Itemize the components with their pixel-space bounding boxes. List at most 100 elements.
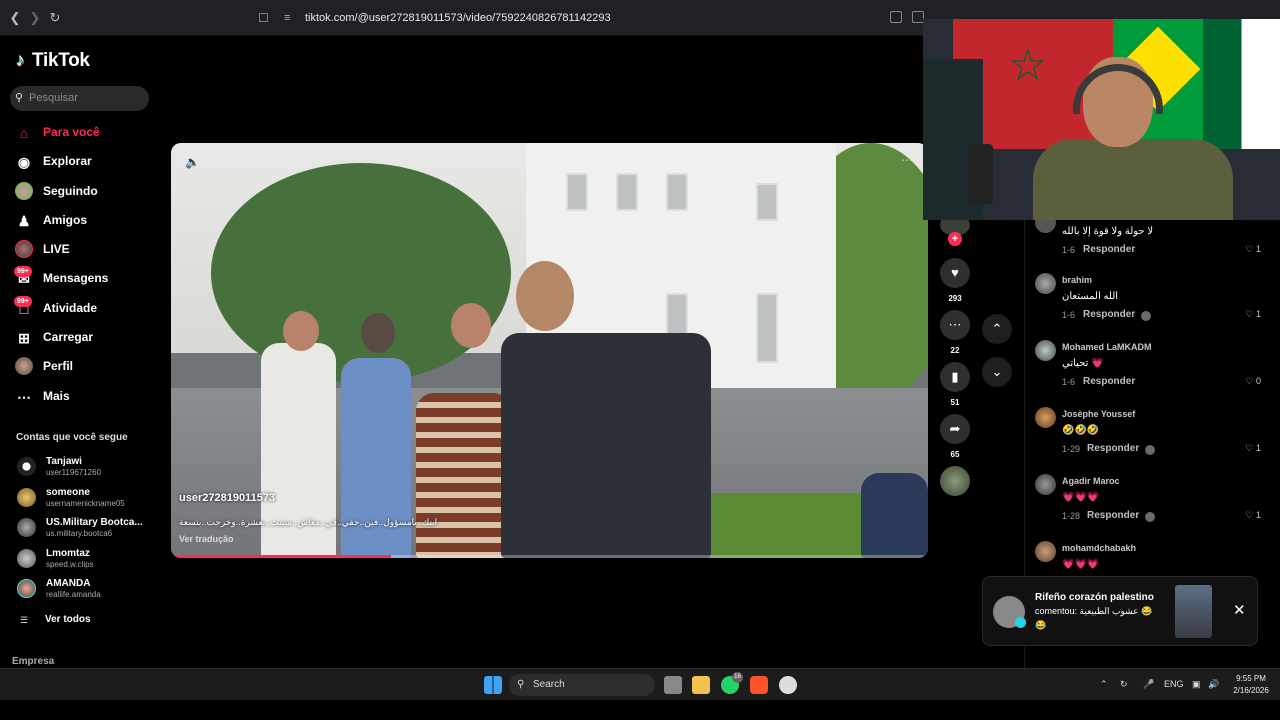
taskbar-search[interactable]: ⚲ Search (509, 674, 655, 696)
nav-item-live[interactable]: LIVE (0, 235, 160, 264)
following-account[interactable]: someone usernamenickname05 (0, 482, 160, 513)
notification-video-thumbnail[interactable] (1175, 585, 1212, 638)
reply-button[interactable]: Responder (1083, 309, 1135, 320)
following-account[interactable]: US.Military Bootca... us.military.bootca… (0, 512, 160, 543)
company-link[interactable]: Empresa (12, 656, 54, 667)
site-settings-icon[interactable]: ≡ (284, 7, 290, 29)
file-explorer-icon[interactable] (692, 676, 710, 694)
following-account[interactable]: Lmomtaz speed.w.clips (0, 543, 160, 574)
search-placeholder: Pesquisar (29, 92, 78, 104)
save-button[interactable]: ▮ (940, 362, 970, 392)
bookmark-icon[interactable]: ☐ (258, 7, 269, 29)
back-icon[interactable]: ❮ (6, 9, 24, 27)
comment-item: Mohamed LaMKADM تحياتي 💗 1-6 Responder ♡… (1025, 340, 1280, 400)
avatar (17, 579, 36, 598)
friends-icon: ♟ (17, 212, 31, 229)
follow-plus-button[interactable]: + (948, 232, 962, 246)
share-icon: ➦ (949, 421, 961, 436)
main-nav: ⌂ Para você ◉ Explorar Seguindo ♟ Amigos… (0, 118, 160, 411)
nav-item-carregar[interactable]: ⊞ Carregar (0, 323, 160, 352)
comment-like-button[interactable]: ♡ 1 (1245, 244, 1261, 255)
reply-button[interactable]: Responder (1083, 376, 1135, 387)
following-account[interactable]: AMANDA reallife.amanda (0, 573, 160, 604)
windows-start-icon[interactable] (484, 676, 502, 694)
comment-item: mohamdchabakh 💗💗💗 (1025, 541, 1280, 581)
previous-video-button[interactable]: ⌃ (982, 314, 1012, 344)
network-icon[interactable]: ▣ (1192, 679, 1201, 690)
search-input[interactable]: ⚲ Pesquisar (10, 86, 149, 111)
video-progress-bar[interactable] (171, 555, 928, 558)
share-button[interactable]: ➦ (940, 414, 970, 444)
language-indicator[interactable]: ENG (1164, 679, 1184, 689)
mute-icon[interactable]: 🔈 (185, 155, 200, 169)
like-button[interactable]: ♥ (940, 258, 970, 288)
nav-item-mais[interactable]: ⋯ Mais (0, 382, 160, 411)
comment-button[interactable]: ⋯ (940, 310, 970, 340)
close-icon[interactable]: ✕ (1233, 601, 1246, 619)
reload-icon[interactable]: ↻ (46, 9, 64, 27)
video-scene-window (566, 173, 588, 211)
avatar[interactable] (1035, 474, 1056, 495)
chevron-up-icon[interactable]: ⌃ (1100, 679, 1108, 690)
task-view-icon[interactable] (664, 676, 682, 694)
nav-item-amigos[interactable]: ♟ Amigos (0, 206, 160, 235)
avatar (17, 518, 36, 537)
reply-button[interactable]: Responder (1083, 244, 1135, 255)
notification-message-line2: 😂 (1035, 620, 1047, 630)
comment-like-button[interactable]: ♡ 0 (1245, 376, 1261, 387)
see-all-link[interactable]: Ver todos (45, 614, 91, 625)
video-scene-window (756, 183, 778, 221)
more-icon: ⋯ (17, 388, 31, 405)
nav-item-explorar[interactable]: ◉ Explorar (0, 147, 160, 176)
list-icon: ☰ (20, 615, 29, 625)
more-options-icon[interactable]: ⋯ (901, 153, 913, 167)
chevron-down-icon: ⌄ (991, 364, 1003, 379)
comment-notification[interactable]: Rifeño corazón palestino comentou: عشوب … (982, 576, 1258, 646)
reply-button[interactable]: Responder (1087, 443, 1139, 454)
avatar[interactable] (1035, 340, 1056, 361)
comment-item: brahim الله المستعان 1-6 Responder ♡ 1 (1025, 273, 1280, 333)
heart-icon: ♥ (951, 265, 959, 280)
video-progress-fill (171, 555, 391, 558)
video-scene-person (501, 333, 711, 558)
address-bar[interactable]: ☐ ≡ tiktok.com/@user272819011573/video/7… (248, 7, 948, 29)
next-video-button[interactable]: ⌄ (982, 357, 1012, 387)
brave-browser-icon[interactable] (750, 676, 768, 694)
music-disc[interactable] (940, 466, 970, 496)
app-icon[interactable] (779, 676, 797, 694)
comment-item: Agadir Maroc 💗💗💗 1-28 Responder ♡ 1 (1025, 474, 1280, 534)
screen-bottom-border (0, 700, 1280, 720)
avatar[interactable] (1035, 407, 1056, 428)
tiktok-logo[interactable]: ♪ TikTok (16, 50, 90, 72)
taskbar-clock[interactable]: 9:55 PM 2/16/2026 (1226, 673, 1276, 697)
video-scene-person (341, 358, 411, 558)
video-caption: اينك..بامسؤول..فين..حقي..في..معاش..سنيت.… (179, 517, 438, 527)
forward-icon[interactable]: ❯ (26, 9, 44, 27)
nav-item-atividade[interactable]: □ 99+ Atividade (0, 294, 160, 323)
share-count: 65 (950, 450, 960, 459)
video-player[interactable]: 🔈 ⋯ user272819011573 اينك..بامسؤول..فين.… (171, 143, 928, 558)
sync-icon[interactable]: ↻ (1120, 679, 1128, 690)
comment-count: 22 (950, 346, 960, 355)
nav-item-seguindo[interactable]: Seguindo (0, 177, 160, 206)
avatar[interactable] (1035, 273, 1056, 294)
microphone (968, 144, 993, 204)
extension-icon[interactable] (890, 11, 902, 23)
comment-like-button[interactable]: ♡ 1 (1245, 443, 1261, 454)
volume-icon[interactable]: 🔊 (1208, 679, 1219, 690)
video-author[interactable]: user272819011573 (179, 492, 275, 504)
comment-like-button[interactable]: ♡ 1 (1245, 309, 1261, 320)
translate-link[interactable]: Ver tradução (179, 534, 234, 544)
nav-item-para-voce[interactable]: ⌂ Para você (0, 118, 160, 147)
nav-item-perfil[interactable]: Perfil (0, 352, 160, 381)
reply-button[interactable]: Responder (1087, 510, 1139, 521)
nav-item-mensagens[interactable]: ✉ 99+ Mensagens (0, 264, 160, 293)
notification-message: comentou: عشوب الطبيعية 😂 (1035, 606, 1153, 616)
upload-icon: ⊞ (18, 330, 30, 347)
microphone-icon[interactable]: 🎤 (1143, 679, 1154, 690)
comment-item: Josèphe Youssef 🤣🤣🤣 1-29 Responder ♡ 1 (1025, 407, 1280, 467)
following-account[interactable]: Tanjawi user119671260 (0, 451, 160, 482)
avatar[interactable] (1035, 541, 1056, 562)
comment-like-button[interactable]: ♡ 1 (1245, 510, 1261, 521)
screen: ❮ ❯ ↻ ☐ ≡ tiktok.com/@user272819011573/v… (0, 0, 1280, 720)
